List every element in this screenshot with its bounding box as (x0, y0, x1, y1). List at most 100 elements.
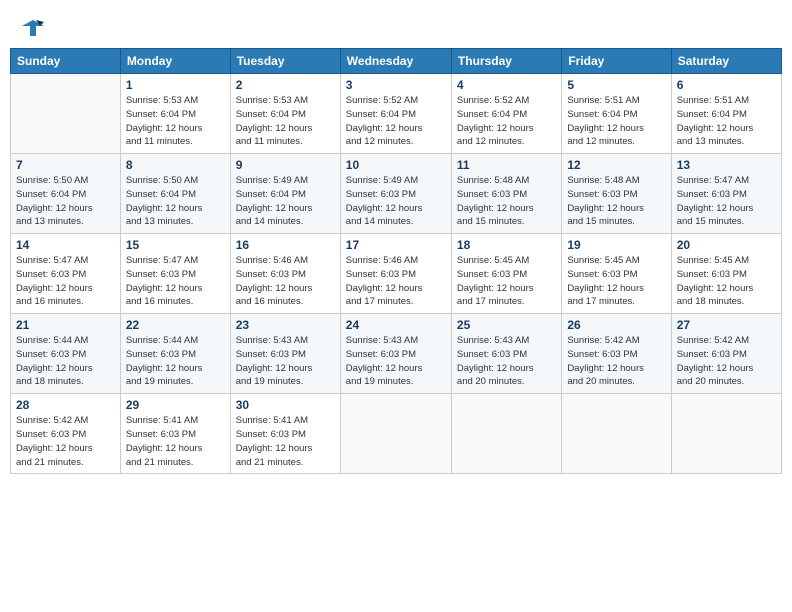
day-info: Sunrise: 5:45 AM Sunset: 6:03 PM Dayligh… (457, 254, 556, 309)
day-number: 21 (16, 318, 115, 332)
day-number: 27 (677, 318, 776, 332)
day-number: 5 (567, 78, 665, 92)
week-row-3: 14Sunrise: 5:47 AM Sunset: 6:03 PM Dayli… (11, 234, 782, 314)
day-info: Sunrise: 5:51 AM Sunset: 6:04 PM Dayligh… (677, 94, 776, 149)
day-info: Sunrise: 5:53 AM Sunset: 6:04 PM Dayligh… (236, 94, 335, 149)
day-info: Sunrise: 5:42 AM Sunset: 6:03 PM Dayligh… (16, 414, 115, 469)
day-header-monday: Monday (120, 49, 230, 74)
day-info: Sunrise: 5:47 AM Sunset: 6:03 PM Dayligh… (126, 254, 225, 309)
day-number: 30 (236, 398, 335, 412)
day-number: 28 (16, 398, 115, 412)
header-row: SundayMondayTuesdayWednesdayThursdayFrid… (11, 49, 782, 74)
day-info: Sunrise: 5:50 AM Sunset: 6:04 PM Dayligh… (16, 174, 115, 229)
week-row-5: 28 Sunrise: 5:42 AM Sunset: 6:03 PM Dayli… (11, 394, 782, 474)
day-info: Sunrise: 5:47 AM Sunset: 6:03 PM Dayligh… (677, 174, 776, 229)
day-info: Sunrise: 5:50 AM Sunset: 6:04 PM Dayligh… (126, 174, 225, 229)
day-info: Sunrise: 5:44 AM Sunset: 6:03 PM Dayligh… (126, 334, 225, 389)
day-info: Sunrise: 5:43 AM Sunset: 6:03 PM Dayligh… (236, 334, 335, 389)
day-number: 24 (346, 318, 446, 332)
day-info: Sunrise: 5:42 AM Sunset: 6:03 PM Dayligh… (677, 334, 776, 389)
day-number: 8 (126, 158, 225, 172)
day-number: 6 (677, 78, 776, 92)
calendar-cell: 27 Sunrise: 5:42 AM Sunset: 6:03 PM Dayli… (671, 314, 781, 394)
day-info: Sunrise: 5:42 AM Sunset: 6:03 PM Dayligh… (567, 334, 665, 389)
day-number: 11 (457, 158, 556, 172)
calendar-cell (11, 74, 121, 154)
calendar-cell (562, 394, 671, 474)
page-header (10, 10, 782, 42)
calendar-cell: 20 Sunrise: 5:45 AM Sunset: 6:03 PM Dayli… (671, 234, 781, 314)
calendar-cell: 14Sunrise: 5:47 AM Sunset: 6:03 PM Dayli… (11, 234, 121, 314)
calendar-cell: 22 Sunrise: 5:44 AM Sunset: 6:03 PM Dayli… (120, 314, 230, 394)
calendar-cell: 17 Sunrise: 5:46 AM Sunset: 6:03 PM Dayli… (340, 234, 451, 314)
calendar-cell: 15 Sunrise: 5:47 AM Sunset: 6:03 PM Dayli… (120, 234, 230, 314)
day-number: 15 (126, 238, 225, 252)
calendar-cell: 10 Sunrise: 5:49 AM Sunset: 6:03 PM Dayli… (340, 154, 451, 234)
day-number: 17 (346, 238, 446, 252)
calendar-cell (451, 394, 561, 474)
day-number: 16 (236, 238, 335, 252)
calendar-cell: 19 Sunrise: 5:45 AM Sunset: 6:03 PM Dayli… (562, 234, 671, 314)
day-number: 20 (677, 238, 776, 252)
day-info: Sunrise: 5:46 AM Sunset: 6:03 PM Dayligh… (346, 254, 446, 309)
day-header-saturday: Saturday (671, 49, 781, 74)
calendar-cell: 4 Sunrise: 5:52 AM Sunset: 6:04 PM Daylig… (451, 74, 561, 154)
day-header-sunday: Sunday (11, 49, 121, 74)
day-info: Sunrise: 5:52 AM Sunset: 6:04 PM Dayligh… (457, 94, 556, 149)
day-info: Sunrise: 5:45 AM Sunset: 6:03 PM Dayligh… (567, 254, 665, 309)
day-info: Sunrise: 5:41 AM Sunset: 6:03 PM Dayligh… (126, 414, 225, 469)
week-row-4: 21 Sunrise: 5:44 AM Sunset: 6:03 PM Dayli… (11, 314, 782, 394)
day-info: Sunrise: 5:51 AM Sunset: 6:04 PM Dayligh… (567, 94, 665, 149)
calendar-cell: 1 Sunrise: 5:53 AM Sunset: 6:04 PM Daylig… (120, 74, 230, 154)
calendar-cell: 18 Sunrise: 5:45 AM Sunset: 6:03 PM Dayli… (451, 234, 561, 314)
day-number: 19 (567, 238, 665, 252)
day-number: 10 (346, 158, 446, 172)
day-info: Sunrise: 5:43 AM Sunset: 6:03 PM Dayligh… (346, 334, 446, 389)
day-info: Sunrise: 5:53 AM Sunset: 6:04 PM Dayligh… (126, 94, 225, 149)
calendar-cell: 2 Sunrise: 5:53 AM Sunset: 6:04 PM Daylig… (230, 74, 340, 154)
day-info: Sunrise: 5:45 AM Sunset: 6:03 PM Dayligh… (677, 254, 776, 309)
day-number: 23 (236, 318, 335, 332)
calendar-cell: 11 Sunrise: 5:48 AM Sunset: 6:03 PM Dayli… (451, 154, 561, 234)
day-info: Sunrise: 5:44 AM Sunset: 6:03 PM Dayligh… (16, 334, 115, 389)
day-header-friday: Friday (562, 49, 671, 74)
day-number: 1 (126, 78, 225, 92)
logo (20, 18, 44, 38)
day-number: 4 (457, 78, 556, 92)
calendar-cell: 5 Sunrise: 5:51 AM Sunset: 6:04 PM Daylig… (562, 74, 671, 154)
day-header-wednesday: Wednesday (340, 49, 451, 74)
day-number: 12 (567, 158, 665, 172)
day-info: Sunrise: 5:43 AM Sunset: 6:03 PM Dayligh… (457, 334, 556, 389)
day-info: Sunrise: 5:47 AM Sunset: 6:03 PM Dayligh… (16, 254, 115, 309)
day-number: 13 (677, 158, 776, 172)
calendar-cell (671, 394, 781, 474)
calendar-table: SundayMondayTuesdayWednesdayThursdayFrid… (10, 48, 782, 474)
calendar-cell: 16 Sunrise: 5:46 AM Sunset: 6:03 PM Dayli… (230, 234, 340, 314)
calendar-cell: 12 Sunrise: 5:48 AM Sunset: 6:03 PM Dayli… (562, 154, 671, 234)
day-number: 25 (457, 318, 556, 332)
week-row-2: 7 Sunrise: 5:50 AM Sunset: 6:04 PM Daylig… (11, 154, 782, 234)
day-number: 7 (16, 158, 115, 172)
day-number: 3 (346, 78, 446, 92)
calendar-cell: 23 Sunrise: 5:43 AM Sunset: 6:03 PM Dayli… (230, 314, 340, 394)
bird-icon (22, 18, 44, 38)
week-row-1: 1 Sunrise: 5:53 AM Sunset: 6:04 PM Daylig… (11, 74, 782, 154)
day-info: Sunrise: 5:46 AM Sunset: 6:03 PM Dayligh… (236, 254, 335, 309)
day-number: 2 (236, 78, 335, 92)
day-number: 22 (126, 318, 225, 332)
day-info: Sunrise: 5:48 AM Sunset: 6:03 PM Dayligh… (567, 174, 665, 229)
day-info: Sunrise: 5:49 AM Sunset: 6:04 PM Dayligh… (236, 174, 335, 229)
day-info: Sunrise: 5:52 AM Sunset: 6:04 PM Dayligh… (346, 94, 446, 149)
calendar-cell: 30Sunrise: 5:41 AM Sunset: 6:03 PM Dayli… (230, 394, 340, 474)
calendar-cell: 9Sunrise: 5:49 AM Sunset: 6:04 PM Daylig… (230, 154, 340, 234)
day-number: 18 (457, 238, 556, 252)
calendar-cell: 13 Sunrise: 5:47 AM Sunset: 6:03 PM Dayli… (671, 154, 781, 234)
day-number: 29 (126, 398, 225, 412)
day-header-tuesday: Tuesday (230, 49, 340, 74)
calendar-cell: 25 Sunrise: 5:43 AM Sunset: 6:03 PM Dayli… (451, 314, 561, 394)
calendar-cell: 8 Sunrise: 5:50 AM Sunset: 6:04 PM Daylig… (120, 154, 230, 234)
day-info: Sunrise: 5:48 AM Sunset: 6:03 PM Dayligh… (457, 174, 556, 229)
calendar-cell: 21 Sunrise: 5:44 AM Sunset: 6:03 PM Dayli… (11, 314, 121, 394)
calendar-cell: 28 Sunrise: 5:42 AM Sunset: 6:03 PM Dayli… (11, 394, 121, 474)
day-info: Sunrise: 5:49 AM Sunset: 6:03 PM Dayligh… (346, 174, 446, 229)
